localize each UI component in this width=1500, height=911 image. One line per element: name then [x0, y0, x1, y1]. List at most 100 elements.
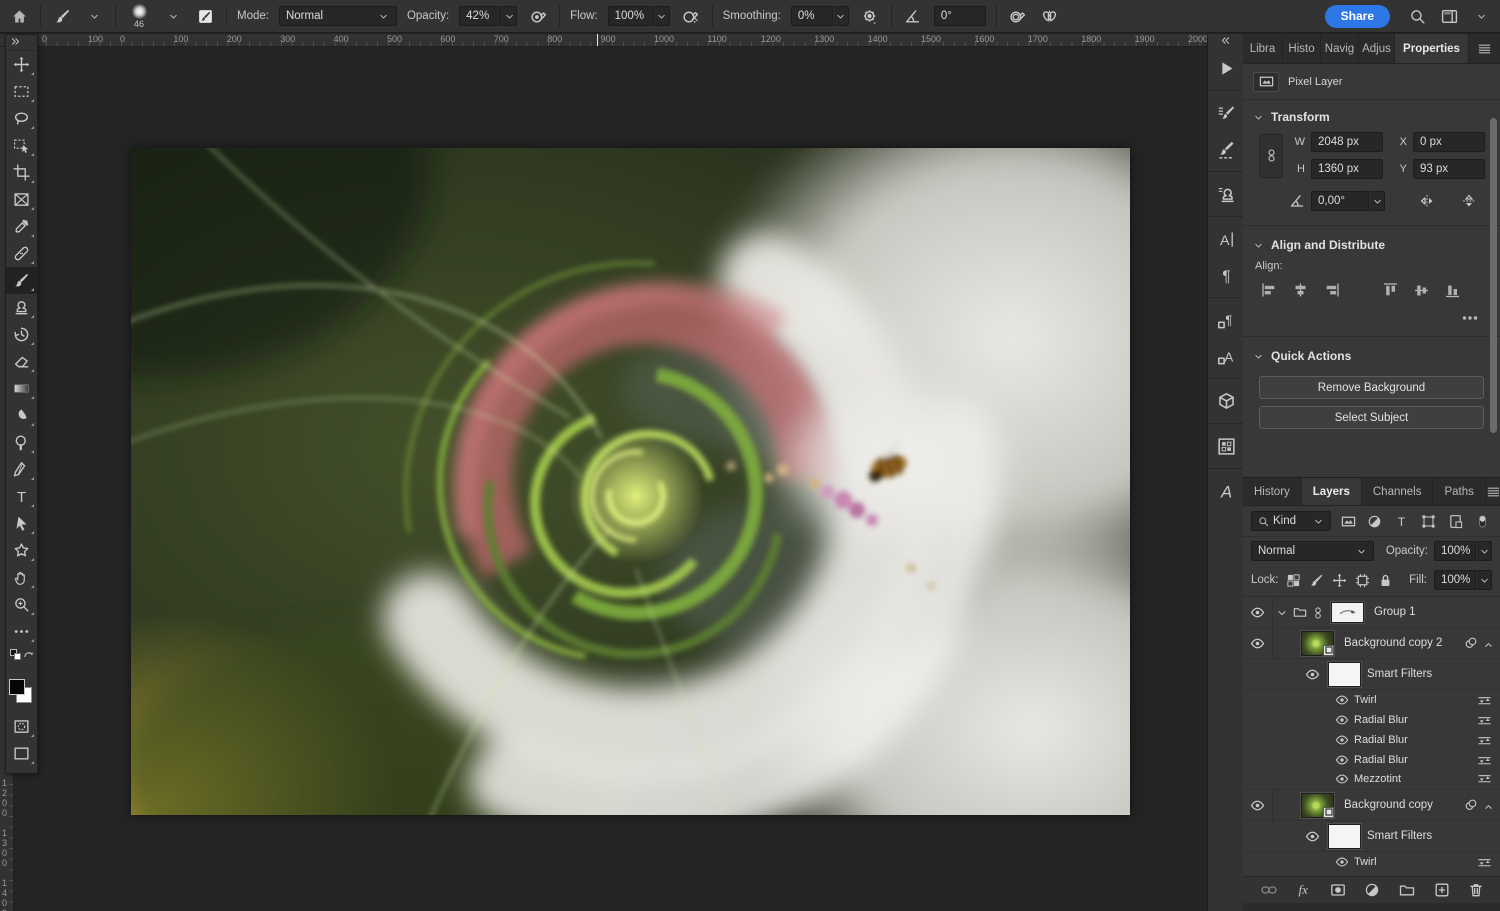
select-subject-button[interactable]: Select Subject: [1259, 406, 1484, 429]
filter-mask-thumbnail[interactable]: [1328, 824, 1361, 849]
filter-name[interactable]: Mezzotint: [1354, 773, 1401, 785]
lock-transparent-icon[interactable]: [1286, 571, 1302, 589]
filter-row-radial-blur[interactable]: Radial Blur: [1243, 730, 1500, 750]
chevron-down-icon[interactable]: [654, 6, 670, 26]
filter-name[interactable]: Twirl: [1354, 694, 1377, 706]
rectangular-marquee-tool[interactable]: [6, 78, 37, 105]
screen-mode-button[interactable]: [6, 740, 37, 767]
delete-icon[interactable]: [1467, 881, 1486, 899]
brushes-panel-button[interactable]: [1208, 131, 1244, 167]
workspace-switcher-icon[interactable]: [1438, 5, 1460, 27]
filter-adjustment-icon[interactable]: [1366, 512, 1385, 530]
zoom-tool[interactable]: [6, 591, 37, 618]
lock-paint-icon[interactable]: [1309, 571, 1325, 589]
tab-properties[interactable]: Properties: [1395, 34, 1469, 63]
filter-shape-icon[interactable]: [1419, 512, 1438, 530]
filter-toggle-icon[interactable]: [1473, 512, 1492, 530]
visibility-toggle[interactable]: [1335, 713, 1349, 727]
tab-history[interactable]: History: [1243, 478, 1302, 505]
dodge-tool[interactable]: [6, 429, 37, 456]
filter-options-icon[interactable]: [1477, 694, 1500, 707]
width-input[interactable]: 2048 px: [1311, 132, 1383, 152]
filter-options-icon[interactable]: [1477, 734, 1500, 747]
pressure-opacity-icon[interactable]: [527, 5, 549, 27]
layer-row-group1[interactable]: Group 1: [1243, 597, 1500, 628]
panel-menu-icon[interactable]: [1486, 484, 1500, 499]
brush-angle-input[interactable]: 0°: [934, 6, 986, 26]
chevron-down-icon[interactable]: [1369, 191, 1385, 211]
frame-tool[interactable]: [6, 186, 37, 213]
flip-vertical-icon[interactable]: [1461, 193, 1477, 209]
layer-opacity-input[interactable]: 100%: [1434, 541, 1492, 561]
canvas[interactable]: [131, 148, 1130, 815]
visibility-toggle[interactable]: [1335, 772, 1349, 786]
lock-move-icon[interactable]: [1332, 571, 1348, 589]
tab-layers[interactable]: Layers: [1302, 478, 1362, 505]
pressure-size-icon[interactable]: [1007, 5, 1029, 27]
foreground-color-swatch[interactable]: [9, 679, 25, 695]
filter-row-mezzotint[interactable]: Mezzotint: [1243, 770, 1500, 790]
chevron-up-icon[interactable]: [1483, 638, 1494, 649]
properties-scrollbar[interactable]: [1490, 118, 1497, 433]
link-layers-icon[interactable]: [1259, 881, 1278, 899]
filter-row-radial-blur[interactable]: Radial Blur: [1243, 750, 1500, 770]
add-mask-icon[interactable]: [1328, 881, 1347, 899]
brush-tool[interactable]: [6, 267, 37, 294]
filter-type-icon[interactable]: T: [1392, 512, 1411, 530]
edit-toolbar-tool[interactable]: [6, 618, 37, 645]
visibility-toggle[interactable]: [1305, 667, 1320, 682]
path-selection-tool[interactable]: [6, 510, 37, 537]
eyedropper-tool[interactable]: [6, 213, 37, 240]
airbrush-icon[interactable]: [680, 5, 702, 27]
actions-panel-button[interactable]: [1208, 50, 1244, 86]
filter-name[interactable]: Twirl: [1354, 856, 1377, 868]
visibility-toggle[interactable]: [1243, 628, 1273, 658]
visibility-toggle[interactable]: [1335, 855, 1349, 869]
share-button[interactable]: Share: [1325, 5, 1390, 28]
smart-filters-label[interactable]: Smart Filters: [1367, 668, 1432, 680]
tab-libraries[interactable]: Libra: [1243, 34, 1283, 63]
flip-horizontal-icon[interactable]: [1419, 193, 1435, 209]
new-layer-icon[interactable]: [1432, 881, 1451, 899]
quick-actions-header[interactable]: Quick Actions: [1243, 339, 1500, 369]
smart-filters-label[interactable]: Smart Filters: [1367, 830, 1432, 842]
chevron-down-icon[interactable]: [83, 5, 105, 27]
filter-name[interactable]: Radial Blur: [1354, 754, 1408, 766]
new-group-icon[interactable]: [1398, 881, 1417, 899]
layer-name[interactable]: Background copy 2: [1344, 637, 1442, 649]
hand-tool[interactable]: [6, 564, 37, 591]
character-panel-button[interactable]: A: [1208, 221, 1244, 257]
character-styles-panel-button[interactable]: A: [1208, 338, 1244, 374]
visibility-toggle[interactable]: [1243, 790, 1273, 820]
tab-adjustments[interactable]: Adjus: [1359, 34, 1395, 63]
custom-shape-tool[interactable]: [6, 537, 37, 564]
layer-row-background-copy-2[interactable]: Background copy 2: [1243, 628, 1500, 659]
group-mask-thumbnail[interactable]: [1331, 602, 1364, 623]
default-colors-icon[interactable]: [10, 649, 21, 660]
tab-histogram[interactable]: Histo: [1283, 34, 1321, 63]
collapse-group-chevron[interactable]: [1273, 597, 1291, 627]
visibility-toggle[interactable]: [1335, 753, 1349, 767]
quick-mask-button[interactable]: [6, 713, 37, 740]
move-tool[interactable]: [6, 51, 37, 78]
chevron-down-icon[interactable]: [501, 6, 517, 26]
tab-navigator[interactable]: Navig: [1321, 34, 1359, 63]
layer-name[interactable]: Group 1: [1374, 606, 1416, 618]
link-dimensions-button[interactable]: [1259, 134, 1283, 178]
clone-stamp-tool[interactable]: [6, 294, 37, 321]
blur-tool[interactable]: [6, 402, 37, 429]
tab-paths[interactable]: Paths: [1433, 478, 1485, 505]
layer-row-background-copy[interactable]: Background copy: [1243, 790, 1500, 821]
pattern-preview-panel-button[interactable]: [1208, 428, 1244, 464]
smart-filter-badge-icon[interactable]: [1464, 636, 1479, 651]
filter-row-twirl[interactable]: Twirl: [1243, 852, 1500, 872]
clone-source-panel-button[interactable]: [1208, 176, 1244, 212]
paragraph-styles-panel-button[interactable]: ¶: [1208, 302, 1244, 338]
lock-all-icon[interactable]: [1378, 571, 1394, 589]
smoothing-input[interactable]: 0%: [791, 6, 849, 26]
more-options-icon[interactable]: [1462, 314, 1478, 322]
visibility-toggle[interactable]: [1243, 597, 1273, 627]
history-brush-tool[interactable]: [6, 321, 37, 348]
symmetry-icon[interactable]: [1039, 5, 1061, 27]
filter-smartobject-icon[interactable]: [1446, 512, 1465, 530]
